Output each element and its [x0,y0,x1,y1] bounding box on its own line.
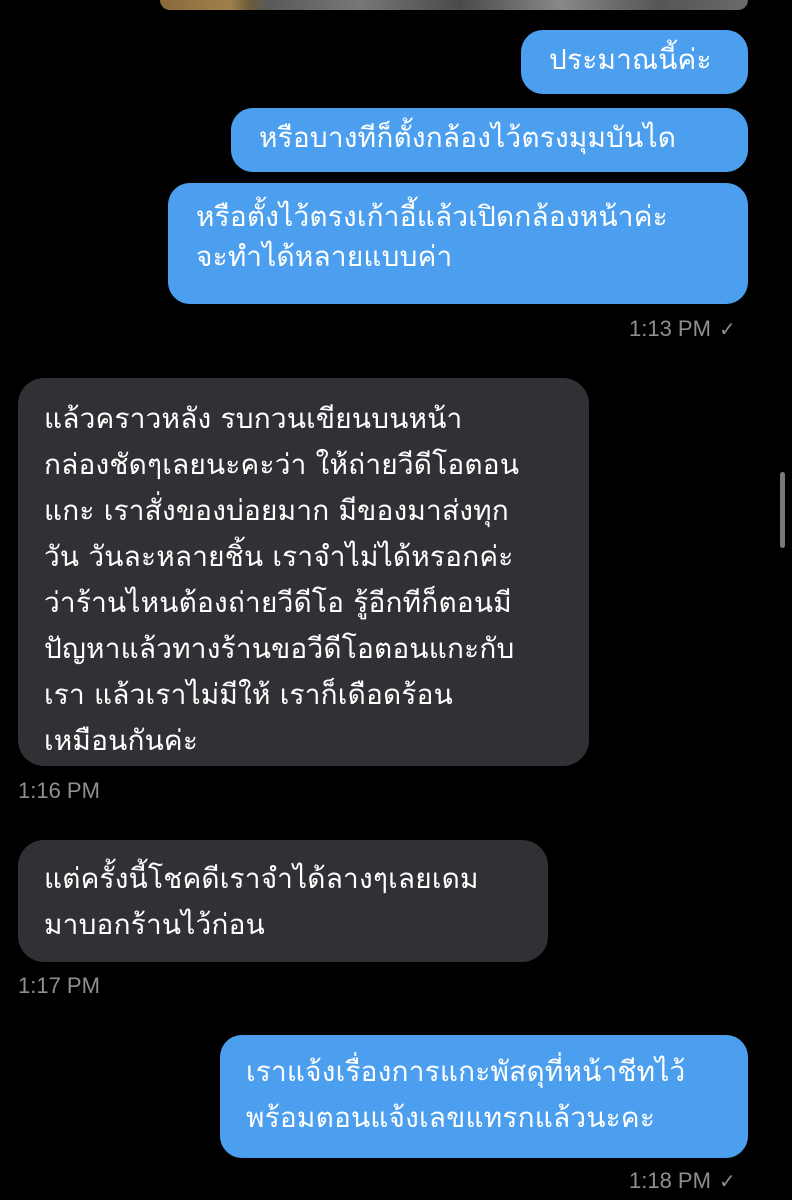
message-text: พร้อมตอนแจ้งเลขแทรกแล้วนะคะ [246,1101,656,1134]
message-bubble-outgoing[interactable]: หรือบางทีก็ตั้งกล้องไว้ตรงมุมบันได [231,108,748,172]
message-bubble-incoming[interactable]: แล้วคราวหลัง รบกวนเขียนบนหน้า กล่องชัดๆเ… [18,378,589,766]
message-text: วัน วันละหลายชิ้น เราจำไม่ได้หรอกค่ะ [44,540,514,573]
message-text: แล้วคราวหลัง รบกวนเขียนบนหน้า [44,402,463,435]
message-bubble-incoming[interactable]: แต่ครั้งนี้โชคดีเราจำได้ลางๆเลยเดม มาบอก… [18,840,548,962]
message-timestamp: 1:17 PM [18,973,100,999]
message-text: เรา แล้วเราไม่มีให้ เราก็เดือดร้อน [44,678,453,711]
message-text: หรือบางทีก็ตั้งกล้องไว้ตรงมุมบันได [259,121,677,154]
timestamp-text: 1:18 PM [629,1168,711,1193]
timestamp-text: 1:16 PM [18,778,100,803]
message-text: หรือตั้งไว้ตรงเก้าอี้แล้วเปิดกล้องหน้าค่… [196,200,668,233]
message-text: ประมาณนี้ค่ะ [549,43,712,76]
timestamp-text: 1:17 PM [18,973,100,998]
message-text: ว่าร้านไหนต้องถ่ายวีดีโอ รู้อีกทีก็ตอนมี [44,586,512,619]
check-icon: ✓ [718,1171,736,1193]
message-bubble-outgoing[interactable]: หรือตั้งไว้ตรงเก้าอี้แล้วเปิดกล้องหน้าค่… [168,183,748,304]
message-bubble-outgoing[interactable]: ประมาณนี้ค่ะ [521,30,748,94]
message-text: เราแจ้งเรื่องการแกะพัสดุที่หน้าชีทไว้ [246,1055,686,1088]
message-timestamp: 1:16 PM [18,778,100,804]
message-text: เหมือนกันค่ะ [44,724,199,757]
message-text: มาบอกร้านไว้ก่อน [44,908,265,941]
message-text: จะทำได้หลายแบบค่า [196,240,453,273]
message-text: ปัญหาแล้วทางร้านขอวีดีโอตอนแกะกับ [44,632,515,665]
message-timestamp: 1:13 PM ✓ [629,316,736,343]
image-attachment-bottom-edge[interactable] [160,0,748,10]
scrollbar-thumb[interactable] [780,472,785,548]
message-text: กล่องชัดๆเลยนะคะว่า ให้ถ่ายวีดีโอตอน [44,448,520,481]
check-icon: ✓ [718,319,736,341]
message-bubble-outgoing[interactable]: เราแจ้งเรื่องการแกะพัสดุที่หน้าชีทไว้ พร… [220,1035,748,1158]
message-text: แกะ เราสั่งของบ่อยมาก มีของมาส่งทุก [44,494,509,527]
message-timestamp: 1:18 PM ✓ [629,1168,736,1195]
timestamp-text: 1:13 PM [629,316,711,341]
chat-thread[interactable]: ประมาณนี้ค่ะ หรือบางทีก็ตั้งกล้องไว้ตรงม… [0,0,792,1200]
message-text: แต่ครั้งนี้โชคดีเราจำได้ลางๆเลยเดม [44,862,479,895]
